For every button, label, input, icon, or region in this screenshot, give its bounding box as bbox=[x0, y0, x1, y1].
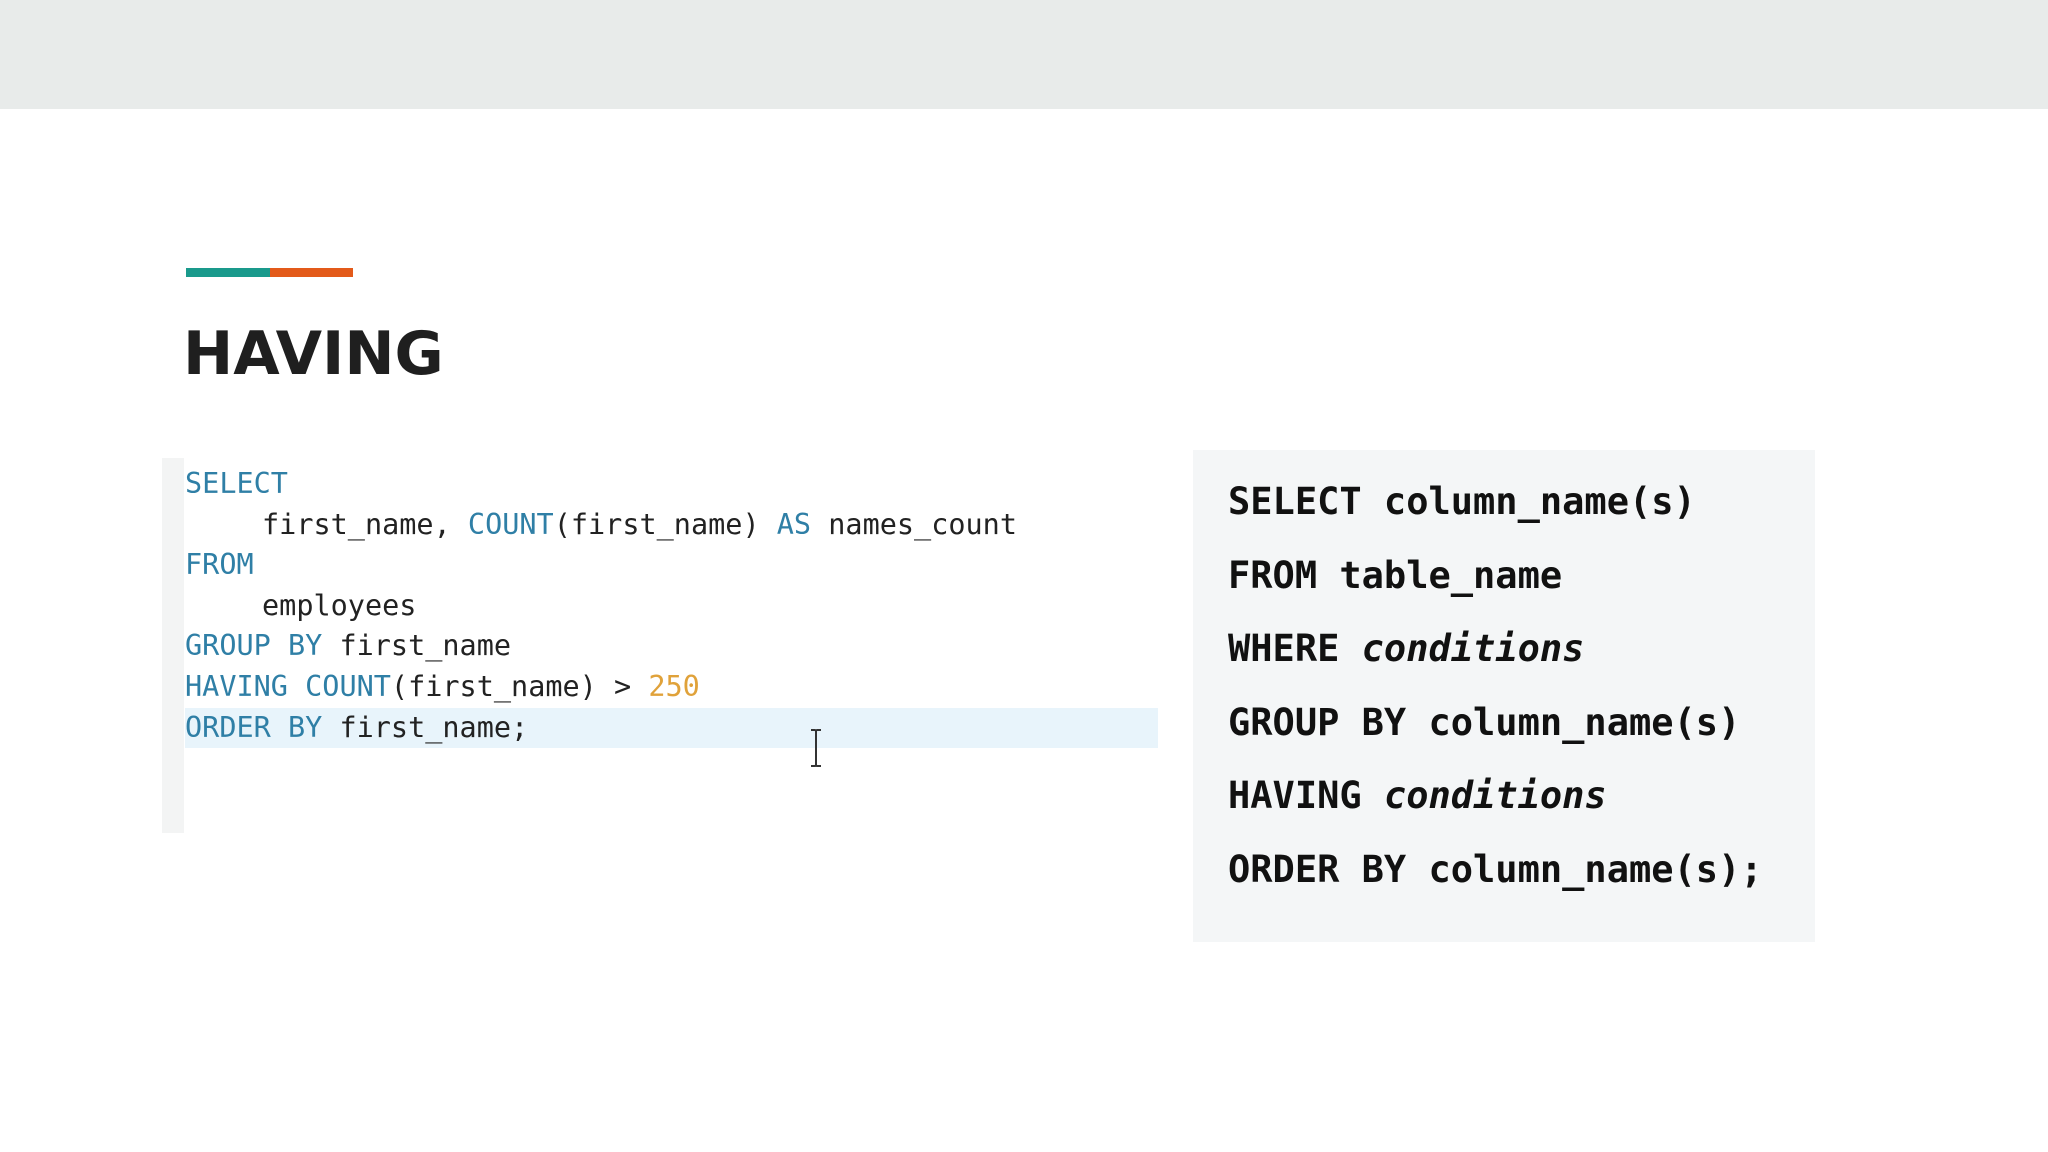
sql-keyword: HAVING bbox=[185, 669, 288, 703]
syntax-where-line: WHERE conditions bbox=[1228, 625, 1584, 673]
sql-number: 250 bbox=[648, 669, 700, 703]
syntax-keyword: HAVING bbox=[1228, 774, 1384, 817]
sql-text: first_name bbox=[322, 629, 512, 663]
syntax-keyword: WHERE bbox=[1228, 627, 1362, 670]
accent-orange-segment bbox=[270, 268, 353, 277]
sql-text: (first_name) > bbox=[390, 669, 649, 703]
syntax-having-line: HAVING conditions bbox=[1228, 772, 1607, 820]
sql-text: first_name; bbox=[322, 710, 529, 744]
sql-keyword: FROM bbox=[185, 548, 254, 582]
code-line-4[interactable]: employees bbox=[185, 586, 1158, 627]
accent-teal-segment bbox=[186, 268, 270, 277]
slide-title: HAVING bbox=[183, 319, 444, 389]
sql-text: (first_name) bbox=[553, 507, 777, 541]
code-lines: SELECT first_name, COUNT(first_name) AS … bbox=[185, 464, 1158, 749]
syntax-placeholder: conditions bbox=[1361, 627, 1585, 670]
sql-keyword: ORDER BY bbox=[185, 710, 323, 744]
sql-syntax-reference: SELECT column_name(s) FROM table_name WH… bbox=[1193, 450, 1815, 942]
title-accent-bar bbox=[186, 268, 353, 277]
syntax-placeholder: conditions bbox=[1383, 774, 1607, 817]
sql-keyword: SELECT bbox=[185, 467, 288, 500]
syntax-order-by-line: ORDER BY column_name(s); bbox=[1228, 848, 1763, 891]
syntax-group-by-line: GROUP BY column_name(s) bbox=[1228, 701, 1741, 744]
syntax-from-line: FROM table_name bbox=[1228, 554, 1563, 597]
code-line-3[interactable]: FROM bbox=[185, 545, 1158, 586]
sql-keyword: COUNT bbox=[467, 507, 554, 541]
syntax-select-line: SELECT column_name(s) bbox=[1228, 480, 1696, 523]
code-gutter bbox=[162, 458, 184, 833]
code-line-6[interactable]: HAVING COUNT(first_name) > 250 bbox=[185, 667, 1158, 708]
sql-code-editor[interactable]: SELECT first_name, COUNT(first_name) AS … bbox=[162, 458, 1158, 833]
sql-keyword: GROUP BY bbox=[185, 629, 323, 663]
sql-keyword: AS bbox=[776, 507, 812, 541]
sql-keyword: COUNT bbox=[305, 669, 391, 703]
code-line-2[interactable]: first_name, COUNT(first_name) AS names_c… bbox=[185, 505, 1158, 546]
sql-text: names_count bbox=[811, 507, 1017, 541]
sql-text: employees bbox=[262, 588, 417, 622]
top-band bbox=[0, 0, 2048, 109]
sql-text: first_name, bbox=[262, 507, 468, 541]
code-line-5[interactable]: GROUP BY first_name bbox=[185, 626, 1158, 667]
code-line-7-current[interactable]: ORDER BY first_name; bbox=[185, 707, 1158, 749]
text-cursor-icon bbox=[811, 729, 821, 767]
code-line-1[interactable]: SELECT bbox=[185, 464, 1158, 505]
